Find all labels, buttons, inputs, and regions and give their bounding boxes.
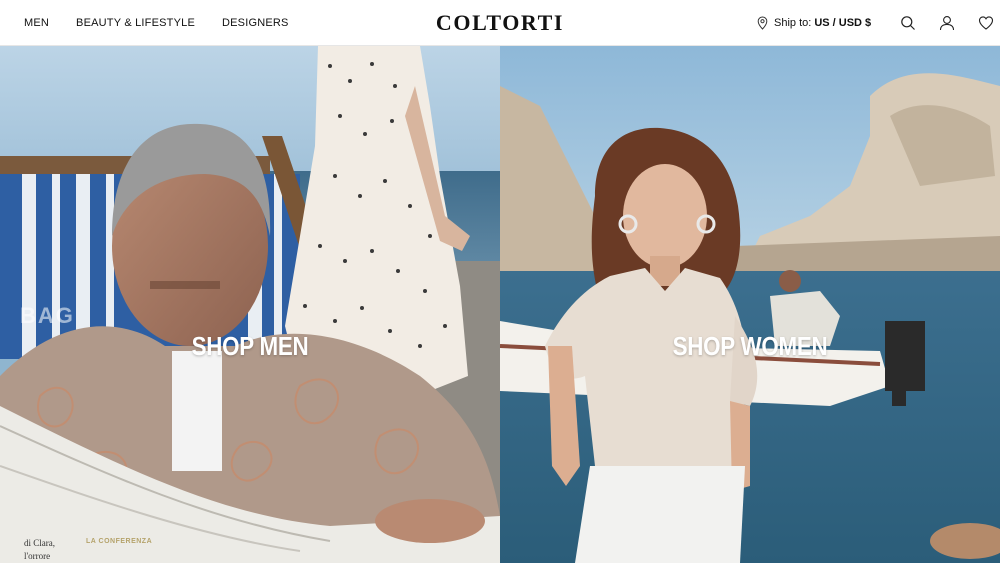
header-icons	[900, 0, 994, 46]
newspaper-text: di Clara, l'orrore	[24, 537, 55, 563]
ship-to-value: US / USD $	[814, 17, 872, 29]
nav-beauty-lifestyle[interactable]: BEAUTY & LIFESTYLE	[76, 17, 195, 29]
heart-icon[interactable]	[978, 15, 994, 31]
background-sign-text: BAG	[20, 303, 75, 328]
site-header: MEN BEAUTY & LIFESTYLE DESIGNERS COLTORT…	[0, 0, 1000, 46]
ship-to-selector[interactable]: Ship to: US / USD $	[757, 0, 871, 46]
nav-designers[interactable]: DESIGNERS	[222, 17, 289, 29]
newspaper-headline: LA CONFERENZA	[86, 538, 153, 545]
shop-men-link[interactable]: SHOP MEN	[35, 331, 465, 362]
search-icon[interactable]	[900, 15, 916, 31]
newspaper-line-2: l'orrore	[24, 551, 51, 561]
user-icon[interactable]	[939, 15, 955, 31]
men-hero-image	[0, 46, 500, 563]
hero-women-panel[interactable]: SHOP WOMEN	[500, 46, 1000, 563]
site-logo[interactable]: COLTORTI	[436, 10, 564, 35]
newspaper-line-1: di Clara,	[24, 538, 55, 548]
women-hero-image	[500, 46, 1000, 563]
hero-men-panel[interactable]: BAG di Clara, l'orrore LA CONFERENZA SHO…	[0, 46, 500, 563]
nav-men[interactable]: MEN	[24, 17, 49, 29]
main-nav: MEN BEAUTY & LIFESTYLE DESIGNERS	[24, 0, 316, 46]
ship-to-label: Ship to:	[774, 17, 812, 29]
shop-women-link[interactable]: SHOP WOMEN	[535, 331, 965, 362]
location-pin-icon	[757, 16, 768, 30]
